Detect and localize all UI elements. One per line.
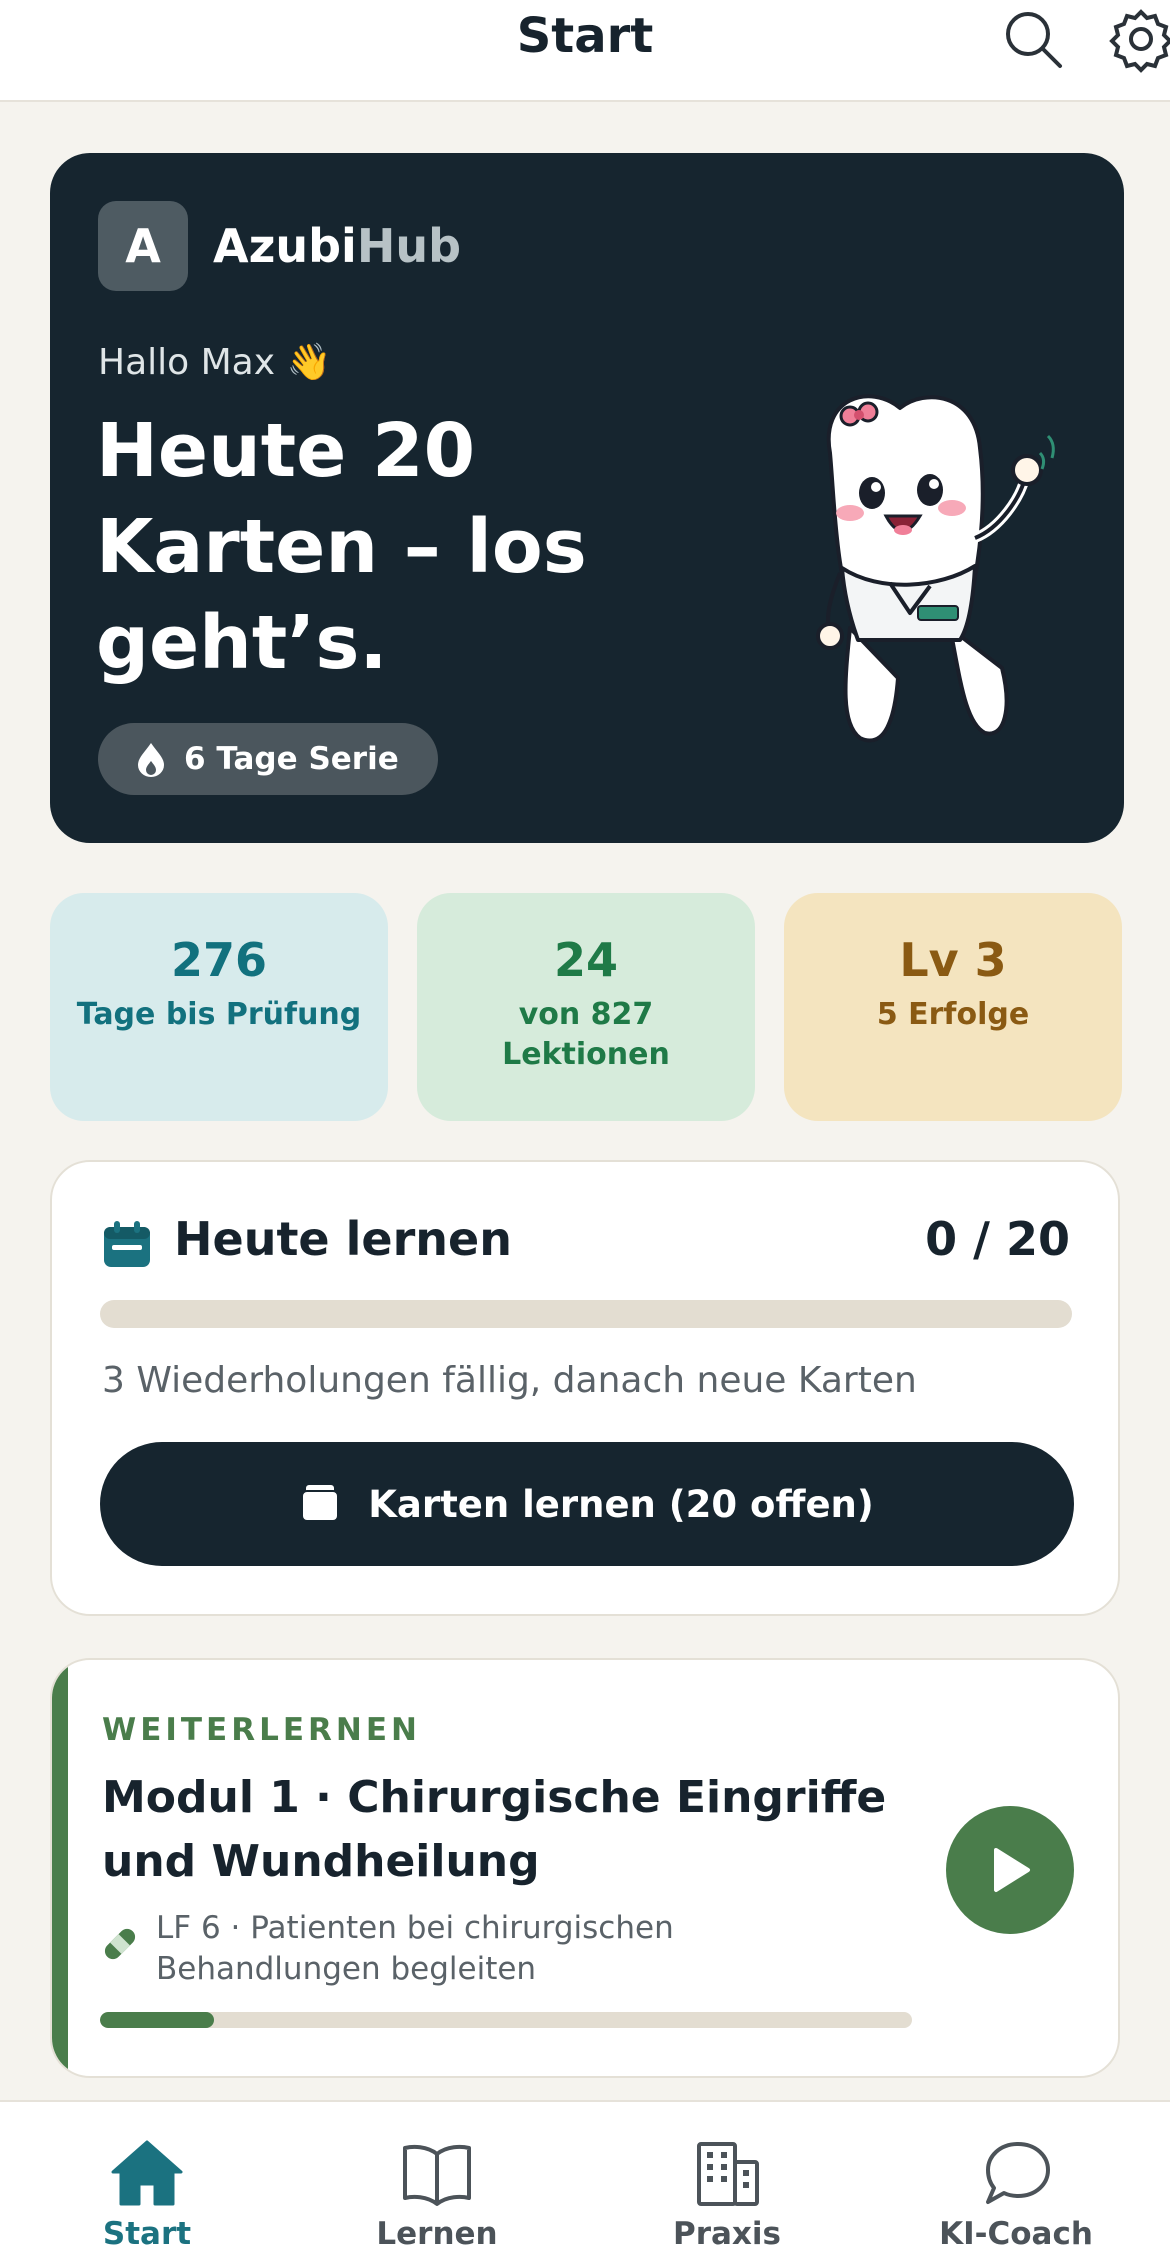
stat-lessons[interactable]: 24 von 827 Lektionen — [417, 893, 755, 1121]
play-icon — [994, 1848, 1030, 1892]
accent-bar — [52, 1660, 68, 2076]
flame-icon — [138, 743, 164, 777]
stat-label: Tage bis Prüfung — [76, 997, 362, 1032]
home-icon — [111, 2140, 183, 2206]
app-logo: A — [98, 201, 188, 291]
gear-icon[interactable] — [1106, 4, 1170, 74]
stat-label: 5 Erfolge — [876, 997, 1030, 1032]
brand-name: AzubiHub — [213, 219, 461, 273]
learn-cards-button[interactable]: Karten lernen (20 offen) — [100, 1442, 1074, 1566]
today-progress-bar — [100, 1300, 1072, 1328]
tab-label: Start — [102, 2216, 192, 2252]
continue-kicker: WEITERLERNEN — [102, 1712, 421, 1748]
tab-label: KI-Coach — [939, 2216, 1093, 2252]
page-title: Start — [516, 8, 654, 64]
book-icon — [403, 2144, 471, 2206]
module-progress-bar — [100, 2012, 912, 2028]
building-icon — [697, 2142, 759, 2206]
play-button[interactable] — [946, 1806, 1074, 1934]
today-title: Heute lernen — [174, 1212, 512, 1266]
today-learning-card: Heute lernen 0 / 20 3 Wiederholungen fäl… — [50, 1160, 1120, 1616]
today-card-count: 0 / 20 — [925, 1212, 1070, 1266]
learning-field-label: LF 6 · Patienten bei chirurgischen Behan… — [156, 1910, 674, 1987]
stat-level[interactable]: Lv 3 5 Erfolge — [784, 893, 1122, 1121]
stat-value: 24 — [553, 933, 618, 987]
stat-value: Lv 3 — [899, 933, 1007, 987]
stat-days-to-exam[interactable]: 276 Tage bis Prüfung — [50, 893, 388, 1121]
stat-label: von 827 Lektionen — [502, 997, 670, 1072]
brand-name-part2: Hub — [356, 219, 462, 273]
tooth-mascot-illustration — [816, 394, 1055, 743]
tab-ki-coach[interactable]: KI-Coach — [916, 2138, 1116, 2252]
module-progress-fill — [100, 2012, 214, 2028]
tab-label: Lernen — [376, 2216, 498, 2252]
hero-headline: Heute 20 Karten – los geht’s. — [96, 408, 587, 686]
card-stack-icon — [301, 1485, 340, 1522]
learn-cards-button-label: Karten lernen (20 offen) — [368, 1482, 874, 1526]
tab-label: Praxis — [672, 2216, 781, 2252]
hero-card: A AzubiHub Hallo Max 👋 Heute 20 Karten –… — [50, 153, 1124, 843]
greeting-text: Hallo Max 👋 — [98, 342, 332, 383]
top-navigation-bar: Start — [0, 0, 1170, 102]
calendar-icon — [104, 1221, 150, 1267]
tab-start[interactable]: Start — [47, 2138, 247, 2252]
today-subtitle: 3 Wiederholungen fällig, danach neue Kar… — [102, 1360, 917, 1401]
streak-label: 6 Tage Serie — [184, 741, 399, 777]
tab-praxis[interactable]: Praxis — [627, 2138, 827, 2252]
module-title: Modul 1 · Chirurgische Eingriffe und Wun… — [102, 1772, 887, 1887]
bandage-icon — [104, 1928, 136, 1960]
brand-name-part1: Azubi — [213, 219, 357, 273]
continue-learning-card[interactable]: WEITERLERNEN Modul 1 · Chirurgische Eing… — [50, 1658, 1120, 2078]
search-icon[interactable] — [998, 4, 1068, 74]
streak-badge[interactable]: 6 Tage Serie — [98, 723, 438, 795]
bottom-tab-bar: Start Lernen Praxis KI-Coach — [0, 2100, 1170, 2254]
chat-bubble-icon — [986, 2142, 1050, 2204]
tab-lernen[interactable]: Lernen — [337, 2138, 537, 2252]
stat-value: 276 — [170, 933, 268, 987]
